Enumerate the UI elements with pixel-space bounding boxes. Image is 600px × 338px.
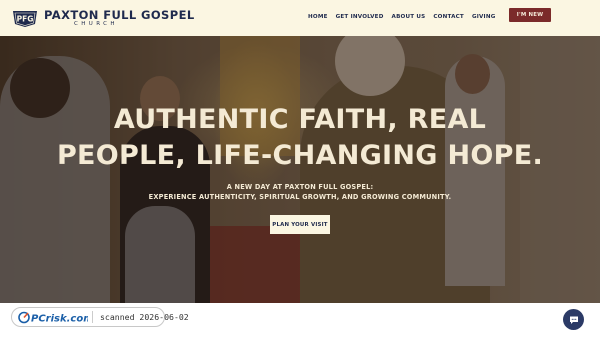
logo-title[interactable]: PAXTON FULL GOSPEL <box>44 9 195 21</box>
plan-your-visit-button[interactable]: PLAN YOUR VISIT <box>270 215 330 234</box>
site-header: PFG PAXTON FULL GOSPEL CHURCH HOME GET I… <box>0 0 600 36</box>
pfg-crest-icon[interactable]: PFG <box>11 8 39 28</box>
svg-text:PCrisk.com: PCrisk.com <box>31 314 88 325</box>
hero-headline-line1: AUTHENTIC FAITH, REAL <box>113 104 487 135</box>
badge-divider <box>92 311 93 323</box>
hero-headline: AUTHENTIC FAITH, REAL PEOPLE, LIFE-CHANG… <box>0 102 600 174</box>
logo-subtitle: CHURCH <box>74 21 118 27</box>
hero-section: AUTHENTIC FAITH, REAL PEOPLE, LIFE-CHANG… <box>0 36 600 303</box>
nav-contact[interactable]: CONTACT <box>433 14 464 20</box>
badge-scan-date: scanned 2026-06-02 <box>100 312 189 322</box>
nav-about-us[interactable]: ABOUT US <box>392 14 426 20</box>
hero-headline-line2: PEOPLE, LIFE-CHANGING HOPE. <box>56 140 544 171</box>
im-new-button[interactable]: I'M NEW <box>509 8 551 22</box>
chat-bubble-icon <box>569 316 578 324</box>
svg-text:PFG: PFG <box>17 15 34 24</box>
hero-subtext: A NEW DAY AT PAXTON FULL GOSPEL: EXPERIE… <box>0 182 600 202</box>
nav-home[interactable]: HOME <box>308 14 328 20</box>
pcrisk-logo-icon: PCrisk.com <box>18 311 88 325</box>
nav-giving[interactable]: GIVING <box>472 14 496 20</box>
main-nav: HOME GET INVOLVED ABOUT US CONTACT GIVIN… <box>308 14 496 20</box>
chat-button[interactable] <box>563 309 584 330</box>
scan-badge[interactable]: PCrisk.com scanned 2026-06-02 <box>11 307 189 327</box>
hero-subtext-line1: A NEW DAY AT PAXTON FULL GOSPEL: <box>226 183 374 191</box>
nav-get-involved[interactable]: GET INVOLVED <box>336 14 384 20</box>
hero-subtext-line2: EXPERIENCE AUTHENTICITY, SPIRITUAL GROWT… <box>148 193 452 201</box>
